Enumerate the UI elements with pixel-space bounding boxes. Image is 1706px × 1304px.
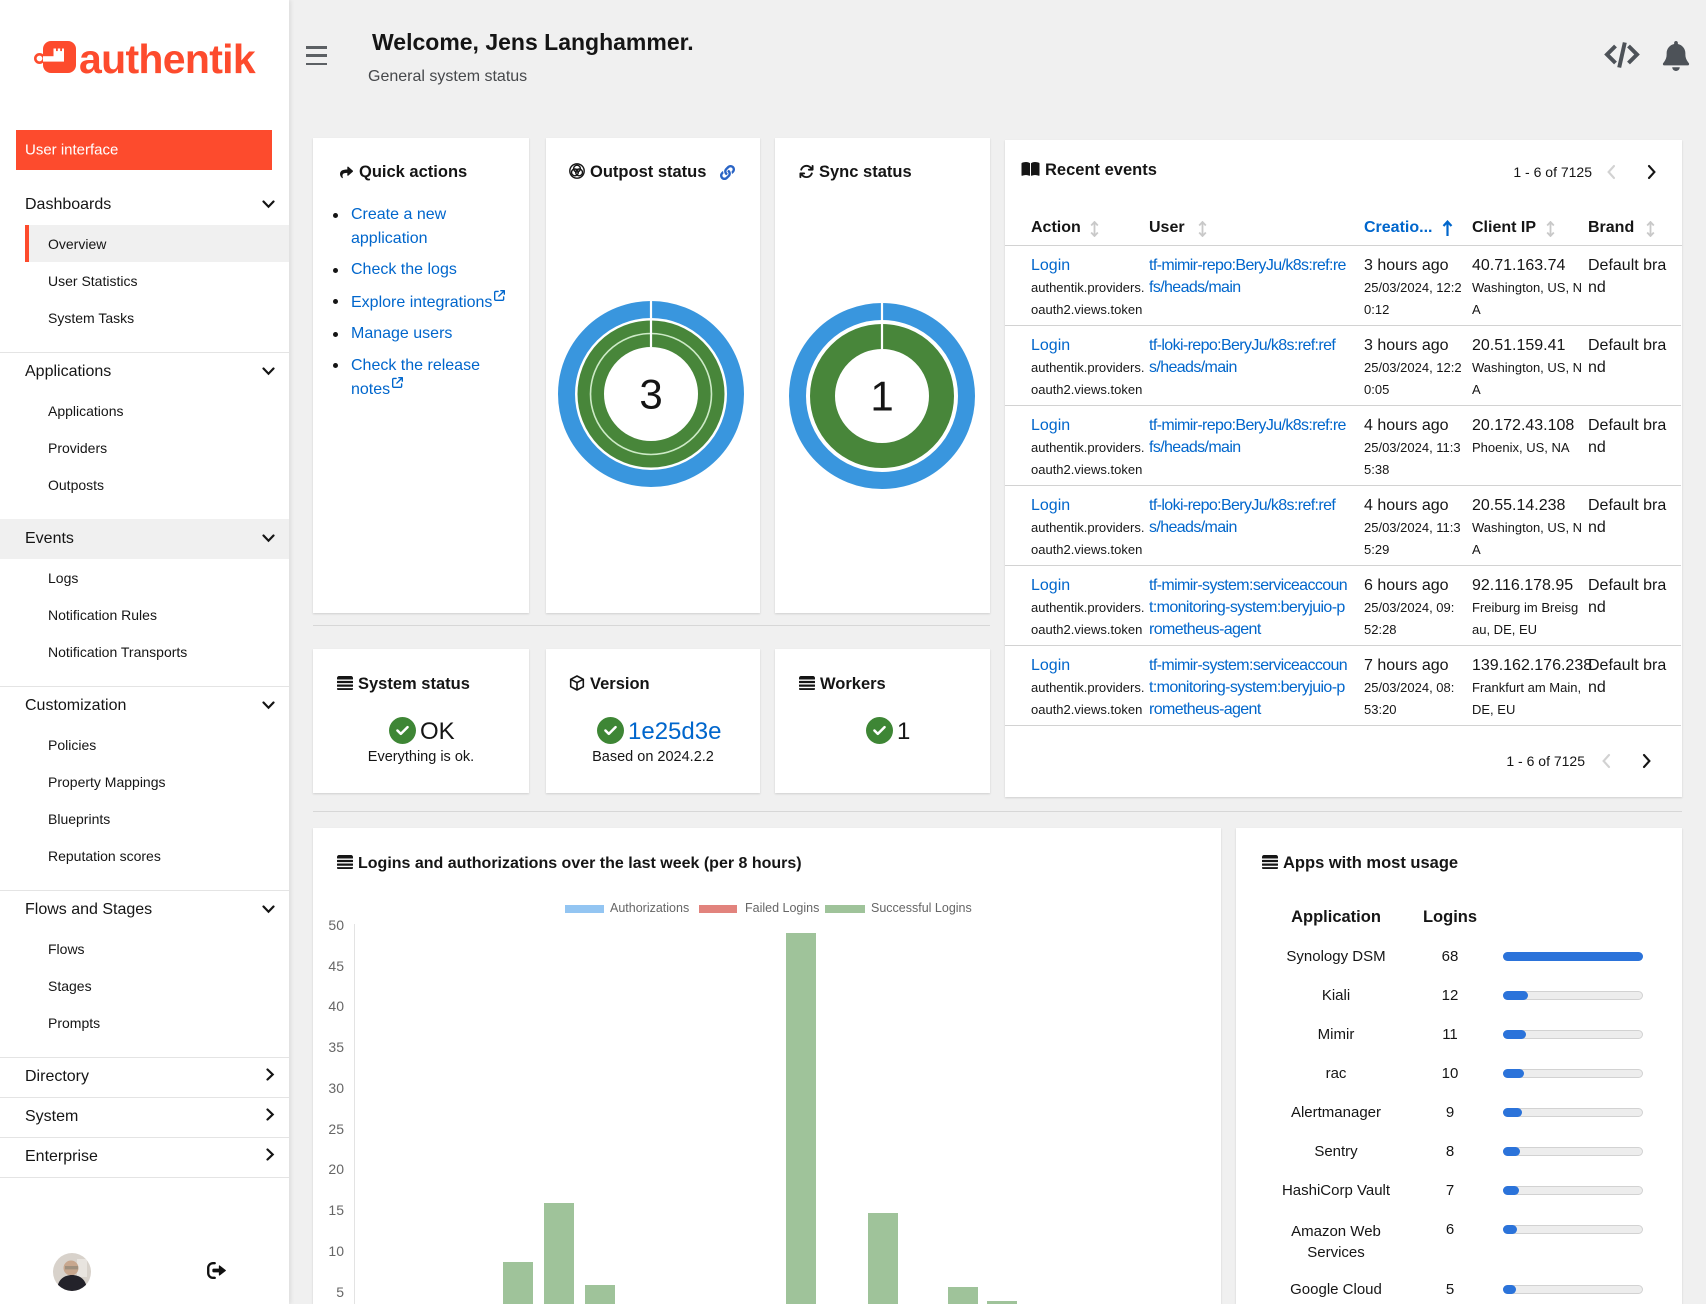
svg-text:3: 3 [639,371,662,418]
svg-text:authentik: authentik [79,38,256,76]
svg-text:1: 1 [870,373,893,420]
